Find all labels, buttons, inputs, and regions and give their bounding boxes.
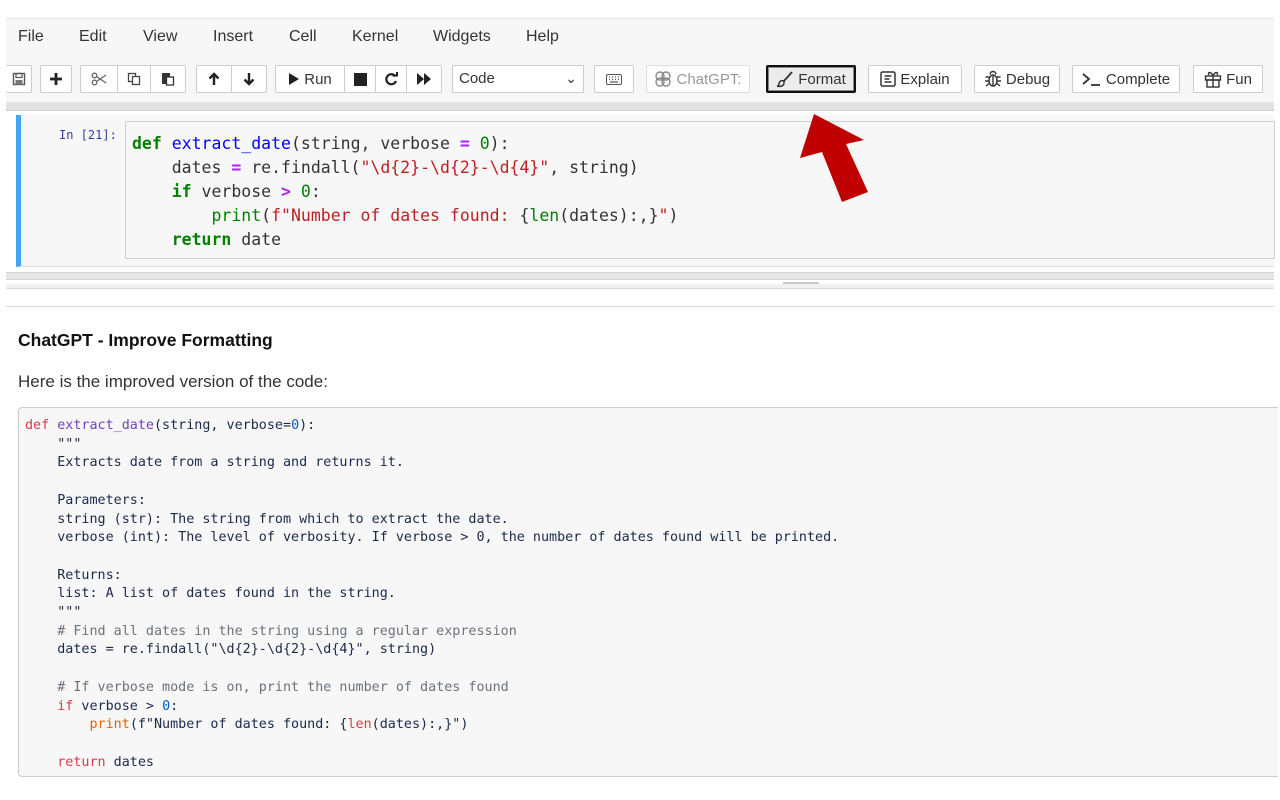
panel-intro: Here is the improved version of the code… bbox=[18, 372, 328, 391]
format-label: Format bbox=[798, 70, 846, 88]
splitter-bar bbox=[6, 272, 1274, 280]
save-button[interactable] bbox=[6, 65, 32, 93]
play-icon bbox=[289, 73, 300, 85]
menu-insert[interactable]: Insert bbox=[213, 28, 253, 46]
chatgpt-label-button: ChatGPT: bbox=[646, 65, 750, 93]
plus-icon bbox=[50, 73, 62, 85]
improved-code-block: def extract_date(string, verbose=0): """… bbox=[18, 407, 1278, 777]
cell-code: def extract_date(string, verbose = 0): d… bbox=[132, 134, 679, 249]
improved-code: def extract_date(string, verbose=0): """… bbox=[25, 418, 840, 770]
copy-icon bbox=[127, 72, 141, 86]
cell-editor[interactable]: def extract_date(string, verbose = 0): d… bbox=[125, 121, 1275, 259]
bug-icon bbox=[984, 70, 1001, 87]
menu-edit[interactable]: Edit bbox=[79, 28, 107, 46]
cell-type-select[interactable]: Code ⌄ bbox=[452, 65, 584, 93]
toolbar-divider bbox=[6, 102, 1274, 111]
interrupt-button[interactable] bbox=[344, 65, 376, 93]
arrow-shape bbox=[800, 114, 868, 202]
panel-title: ChatGPT - Improve Formatting bbox=[18, 330, 273, 350]
fun-button[interactable]: Fun bbox=[1193, 65, 1263, 93]
save-icon bbox=[12, 72, 25, 86]
menu-file[interactable]: File bbox=[18, 28, 44, 46]
explain-button[interactable]: Explain bbox=[868, 65, 962, 93]
menu-help[interactable]: Help bbox=[526, 28, 559, 46]
copy-button[interactable] bbox=[117, 65, 151, 93]
chatgpt-label: ChatGPT: bbox=[676, 70, 742, 88]
format-button[interactable]: Format bbox=[766, 65, 856, 93]
terminal-icon bbox=[1082, 73, 1100, 86]
run-all-button[interactable] bbox=[406, 65, 442, 93]
cell-type-value: Code bbox=[459, 70, 495, 87]
cell-prompt: In [21]: bbox=[59, 128, 117, 142]
keyboard-icon bbox=[606, 73, 622, 85]
red-arrow-annotation bbox=[800, 114, 868, 202]
code-cell[interactable]: In [21]: def extract_date(string, verbos… bbox=[16, 115, 1275, 267]
paste-button[interactable] bbox=[150, 65, 186, 93]
menu-kernel[interactable]: Kernel bbox=[352, 28, 398, 46]
run-label: Run bbox=[304, 70, 332, 88]
move-down-button[interactable] bbox=[231, 65, 267, 93]
complete-button[interactable]: Complete bbox=[1072, 65, 1180, 93]
chevron-down-icon: ⌄ bbox=[565, 70, 577, 86]
complete-label: Complete bbox=[1105, 70, 1171, 88]
arrow-up-icon bbox=[208, 72, 220, 85]
chatgpt-logo-icon bbox=[655, 71, 672, 87]
stop-icon bbox=[353, 72, 367, 86]
arrow-down-icon bbox=[243, 73, 255, 86]
fast-forward-icon bbox=[417, 73, 431, 85]
menu-widgets[interactable]: Widgets bbox=[433, 28, 491, 46]
panel-splitter bbox=[6, 268, 1274, 308]
toolbar: Run Code ⌄ ChatGPT: Format Explain Debug… bbox=[6, 58, 1274, 102]
explain-label: Explain bbox=[900, 70, 950, 88]
gift-icon bbox=[1204, 71, 1222, 88]
fun-label: Fun bbox=[1226, 70, 1252, 88]
debug-button[interactable]: Debug bbox=[974, 65, 1060, 93]
run-button[interactable]: Run bbox=[275, 65, 345, 93]
menu-view[interactable]: View bbox=[143, 28, 177, 46]
brush-icon bbox=[776, 71, 793, 88]
cut-icon bbox=[91, 72, 107, 86]
panel-top-border bbox=[6, 306, 1274, 307]
splitter-bar-lower bbox=[6, 284, 1274, 289]
move-up-button[interactable] bbox=[196, 65, 232, 93]
menu-bar: File Edit View Insert Cell Kernel Widget… bbox=[6, 18, 1274, 59]
debug-label: Debug bbox=[1005, 70, 1051, 88]
restart-button[interactable] bbox=[375, 65, 407, 93]
resize-handle[interactable] bbox=[783, 282, 819, 284]
document-icon bbox=[880, 71, 897, 87]
command-palette-button[interactable] bbox=[594, 65, 634, 93]
cut-button[interactable] bbox=[80, 65, 118, 93]
menu-cell[interactable]: Cell bbox=[289, 28, 317, 46]
restart-icon bbox=[385, 72, 398, 86]
paste-icon bbox=[162, 73, 175, 86]
insert-cell-button[interactable] bbox=[40, 65, 72, 93]
